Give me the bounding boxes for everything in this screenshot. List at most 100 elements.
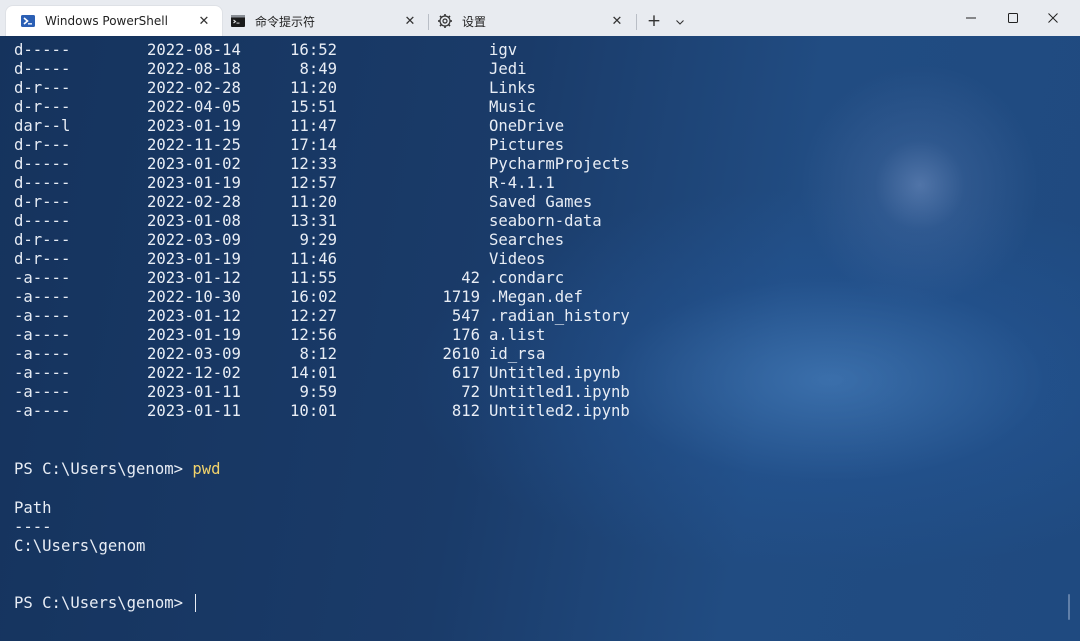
file-date: 2022-11-25 (147, 136, 241, 154)
file-date: 2023-01-19 (147, 326, 241, 344)
file-mode: d----- (14, 174, 71, 192)
file-time: 17:14 (290, 136, 337, 154)
file-time: 11:47 (290, 117, 337, 135)
file-size: 2610 (442, 345, 480, 363)
file-mode: d----- (14, 60, 71, 78)
file-name: R-4.1.1 (489, 174, 555, 192)
file-name: PycharmProjects (489, 155, 630, 173)
file-mode: dar--l (14, 117, 71, 135)
close-window-button[interactable] (1030, 0, 1076, 36)
scrollbar[interactable] (1068, 594, 1070, 620)
close-tab-icon[interactable]: ✕ (400, 11, 420, 31)
file-name: Untitled2.ipynb (489, 402, 630, 420)
file-mode: d-r--- (14, 250, 71, 268)
gear-icon (437, 13, 453, 29)
file-date: 2022-02-28 (147, 193, 241, 211)
tab-label: 设置 (462, 14, 487, 29)
file-date: 2022-04-05 (147, 98, 241, 116)
close-icon (1047, 9, 1059, 28)
tab-divider (636, 14, 637, 30)
file-mode: -a---- (14, 288, 71, 306)
file-time: 11:20 (290, 193, 337, 211)
file-mode: -a---- (14, 307, 71, 325)
terminal-output[interactable]: d----- 2022-08-14 16:52 igv d----- 2022-08-18… (0, 36, 1080, 641)
file-date: 2023-01-19 (147, 174, 241, 192)
file-mode: d-r--- (14, 79, 71, 97)
file-time: 12:56 (290, 326, 337, 344)
file-date: 2022-08-18 (147, 60, 241, 78)
active-prompt-line[interactable]: PS C:\Users\genom> (14, 594, 197, 613)
file-date: 2022-02-28 (147, 79, 241, 97)
file-size: 42 (461, 269, 480, 287)
tab-label: 命令提示符 (255, 14, 316, 29)
file-mode: -a---- (14, 383, 71, 401)
file-date: 2023-01-02 (147, 155, 241, 173)
tab-label: Windows PowerShell (45, 14, 168, 28)
file-name: Music (489, 98, 536, 116)
file-name: id_rsa (489, 345, 546, 363)
file-date: 2023-01-08 (147, 212, 241, 230)
file-time: 11:46 (290, 250, 337, 268)
file-name: Links (489, 79, 536, 97)
file-name: .condarc (489, 269, 565, 287)
file-name: .Megan.def (489, 288, 583, 306)
file-time: 11:55 (290, 269, 337, 287)
file-time: 11:20 (290, 79, 337, 97)
file-time: 14:01 (290, 364, 337, 382)
file-time: 12:27 (290, 307, 337, 325)
file-time: 16:02 (290, 288, 337, 306)
minimize-button[interactable] (948, 0, 994, 36)
file-mode: d-r--- (14, 98, 71, 116)
output-path: C:\Users\genom (14, 537, 146, 555)
file-date: 2023-01-12 (147, 307, 241, 325)
file-date: 2023-01-12 (147, 269, 241, 287)
file-time: 8:49 (299, 60, 337, 78)
file-mode: -a---- (14, 326, 71, 344)
file-date: 2023-01-11 (147, 383, 241, 401)
file-size: 1719 (442, 288, 480, 306)
file-size: 547 (451, 307, 480, 325)
text-cursor (195, 594, 197, 612)
output-rule: ---- (14, 518, 52, 536)
tab-command-prompt[interactable]: 命令提示符 ✕ (216, 6, 428, 36)
file-mode: d-r--- (14, 193, 71, 211)
file-date: 2023-01-11 (147, 402, 241, 420)
file-mode: d----- (14, 155, 71, 173)
file-date: 2022-03-09 (147, 231, 241, 249)
file-mode: d-r--- (14, 231, 71, 249)
file-date: 2022-08-14 (147, 41, 241, 59)
file-mode: -a---- (14, 269, 71, 287)
prompt: PS C:\Users\genom> (14, 460, 193, 478)
file-date: 2022-12-02 (147, 364, 241, 382)
file-name: Searches (489, 231, 565, 249)
tab-settings[interactable]: 设置 ✕ (423, 6, 635, 36)
file-date: 2023-01-19 (147, 250, 241, 268)
tab-windows-powershell[interactable]: Windows PowerShell ✕ (6, 6, 222, 36)
file-size: 812 (451, 402, 480, 420)
output-header: Path (14, 499, 52, 517)
file-size: 176 (451, 326, 480, 344)
file-name: .radian_history (489, 307, 630, 325)
chevron-down-icon (675, 12, 685, 31)
prompt: PS C:\Users\genom> (14, 594, 193, 612)
minimize-icon (965, 9, 977, 28)
file-name: Videos (489, 250, 546, 268)
file-name: Untitled1.ipynb (489, 383, 630, 401)
file-mode: -a---- (14, 364, 71, 382)
file-name: Untitled.ipynb (489, 364, 621, 382)
terminal-window: Windows PowerShell ✕ 命令提示符 ✕ 设置 ✕ + d---… (0, 0, 1080, 641)
file-mode: -a---- (14, 345, 71, 363)
file-date: 2023-01-19 (147, 117, 241, 135)
new-tab-button[interactable]: + (643, 8, 665, 34)
close-tab-icon[interactable]: ✕ (194, 11, 214, 31)
file-time: 8:12 (299, 345, 337, 363)
file-name: Jedi (489, 60, 527, 78)
file-time: 12:33 (290, 155, 337, 173)
file-time: 13:31 (290, 212, 337, 230)
command-text: pwd (192, 460, 221, 478)
file-name: igv (489, 41, 518, 59)
close-tab-icon[interactable]: ✕ (607, 11, 627, 31)
file-date: 2022-03-09 (147, 345, 241, 363)
tab-dropdown-button[interactable] (670, 8, 690, 34)
file-name: a.list (489, 326, 546, 344)
